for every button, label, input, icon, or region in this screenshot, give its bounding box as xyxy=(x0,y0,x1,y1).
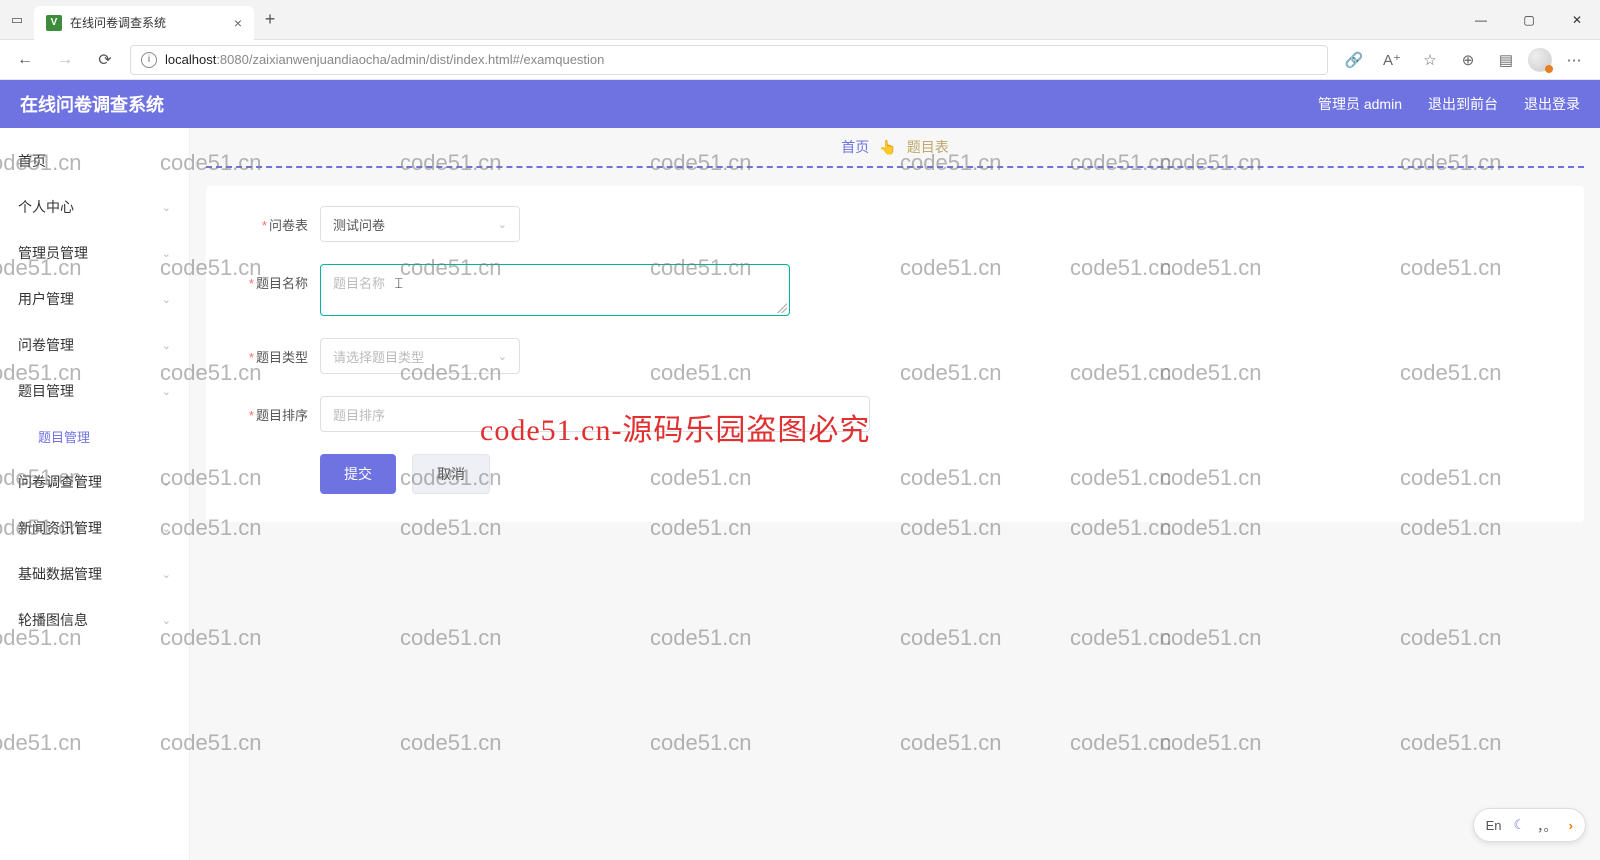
sidebar-subitem-question-manage[interactable]: 题目管理 xyxy=(0,414,189,459)
chevron-down-icon: ⌄ xyxy=(162,476,171,489)
url-input[interactable]: i localhost:8080/zaixianwenjuandiaocha/a… xyxy=(130,45,1328,75)
favorite-star-icon[interactable]: ☆ xyxy=(1414,45,1446,75)
form-card: *问卷表 测试问卷 ⌄ *题目名称 题目名称 ⌶ *题目类型 请选择题目类型 xyxy=(206,186,1584,522)
chevron-down-icon: ⌄ xyxy=(162,339,171,352)
label-question-type: *题目类型 xyxy=(230,338,320,366)
select-question-type[interactable]: 请选择题目类型 ⌄ xyxy=(320,338,520,374)
sidebar-item-basedata[interactable]: 基础数据管理⌄ xyxy=(0,551,189,597)
ime-punct[interactable]: ，。 xyxy=(1537,816,1557,835)
sidebar: 首页 个人中心⌄ 管理员管理⌄ 用户管理⌄ 问卷管理⌄ 题目管理⌄ 题目管理 问… xyxy=(0,128,190,860)
profile-avatar-icon[interactable] xyxy=(1528,48,1552,72)
nav-back-icon[interactable]: ← xyxy=(10,45,40,75)
tab-list-icon[interactable]: ▭ xyxy=(0,0,34,40)
label-question-name: *题目名称 xyxy=(230,264,320,292)
textarea-question-name[interactable]: 题目名称 ⌶ xyxy=(320,264,790,316)
tab-close-icon[interactable]: × xyxy=(234,15,242,31)
submit-button[interactable]: 提交 xyxy=(320,454,396,494)
new-tab-button[interactable]: + xyxy=(254,9,286,30)
browser-tab-strip: ▭ V 在线问卷调查系统 × + — ▢ ✕ xyxy=(0,0,1600,40)
browser-tab[interactable]: V 在线问卷调查系统 × xyxy=(34,6,254,40)
select-type-placeholder: 请选择题目类型 xyxy=(333,347,424,366)
nav-forward-icon: → xyxy=(50,45,80,75)
site-info-icon[interactable]: i xyxy=(141,52,157,68)
url-host: localhost xyxy=(165,52,216,67)
sidebar-item-users[interactable]: 用户管理⌄ xyxy=(0,276,189,322)
sidebar-item-carousel[interactable]: 轮播图信息⌄ xyxy=(0,597,189,643)
resize-handle-icon[interactable] xyxy=(777,303,787,313)
window-maximize-icon[interactable]: ▢ xyxy=(1506,0,1552,40)
sidebar-item-news[interactable]: 新闻资讯管理⌄ xyxy=(0,505,189,551)
ime-lang[interactable]: En xyxy=(1486,818,1502,833)
textarea-placeholder: 题目名称 xyxy=(333,276,385,291)
app-title: 在线问卷调查系统 xyxy=(20,91,164,117)
breadcrumb-home-link[interactable]: 首页 xyxy=(841,137,869,157)
sidebar-item-question[interactable]: 题目管理⌄ xyxy=(0,368,189,414)
tab-favicon-icon: V xyxy=(46,15,62,31)
header-to-front-link[interactable]: 退出到前台 xyxy=(1428,94,1498,114)
breadcrumb: 首页 👆 题目表 xyxy=(190,128,1600,166)
main-area: 首页 👆 题目表 *问卷表 测试问卷 ⌄ *题目名称 题目名称 ⌶ xyxy=(190,128,1600,860)
input-order-placeholder: 题目排序 xyxy=(333,405,385,424)
address-bar: ← → ⟳ i localhost:8080/zaixianwenjuandia… xyxy=(0,40,1600,80)
nav-refresh-icon[interactable]: ⟳ xyxy=(90,45,120,75)
label-paper: *问卷表 xyxy=(230,206,320,234)
sidebar-item-profile[interactable]: 个人中心⌄ xyxy=(0,184,189,230)
link-icon[interactable]: 🔗 xyxy=(1338,45,1370,75)
select-paper-value: 测试问卷 xyxy=(333,215,385,234)
chevron-down-icon: ⌄ xyxy=(162,568,171,581)
breadcrumb-current: 题目表 xyxy=(907,137,949,157)
chevron-down-icon: ⌄ xyxy=(498,218,507,231)
header-user-label[interactable]: 管理员 admin xyxy=(1318,94,1402,114)
header-logout-link[interactable]: 退出登录 xyxy=(1524,94,1580,114)
chevron-down-icon: ⌄ xyxy=(162,247,171,260)
more-icon[interactable]: ⋯ xyxy=(1558,45,1590,75)
text-cursor-icon: ⌶ xyxy=(395,275,403,292)
sidebar-item-survey[interactable]: 问卷调查管理⌄ xyxy=(0,459,189,505)
moon-icon[interactable]: ☾ xyxy=(1513,817,1525,833)
sidebar-item-home[interactable]: 首页 xyxy=(0,138,189,184)
label-question-order: *题目排序 xyxy=(230,396,320,424)
chevron-down-icon: ⌄ xyxy=(162,385,171,398)
divider xyxy=(206,166,1584,168)
chevron-down-icon: ⌄ xyxy=(162,201,171,214)
tab-title: 在线问卷调查系统 xyxy=(70,14,226,31)
input-question-order[interactable]: 题目排序 xyxy=(320,396,870,432)
url-path: :8080/zaixianwenjuandiaocha/admin/dist/i… xyxy=(216,52,604,67)
sidebar-item-admin[interactable]: 管理员管理⌄ xyxy=(0,230,189,276)
window-minimize-icon[interactable]: — xyxy=(1458,0,1504,40)
chevron-down-icon: ⌄ xyxy=(498,350,507,363)
select-paper[interactable]: 测试问卷 ⌄ xyxy=(320,206,520,242)
sidebar-item-paper[interactable]: 问卷管理⌄ xyxy=(0,322,189,368)
favorites-icon[interactable]: ⊕ xyxy=(1452,45,1484,75)
breadcrumb-hand-icon: 👆 xyxy=(879,139,896,156)
collections-icon[interactable]: ▤ xyxy=(1490,45,1522,75)
cancel-button[interactable]: 取消 xyxy=(412,454,490,494)
window-close-icon[interactable]: ✕ xyxy=(1554,0,1600,40)
chevron-down-icon: ⌄ xyxy=(162,614,171,627)
chevron-down-icon: ⌄ xyxy=(162,522,171,535)
app-header: 在线问卷调查系统 管理员 admin 退出到前台 退出登录 xyxy=(0,80,1600,128)
ime-bar[interactable]: En ☾ ，。 › xyxy=(1473,808,1586,842)
read-aloud-icon[interactable]: A⁺ xyxy=(1376,45,1408,75)
chevron-down-icon: ⌄ xyxy=(162,293,171,306)
chevron-right-icon[interactable]: › xyxy=(1569,818,1573,833)
